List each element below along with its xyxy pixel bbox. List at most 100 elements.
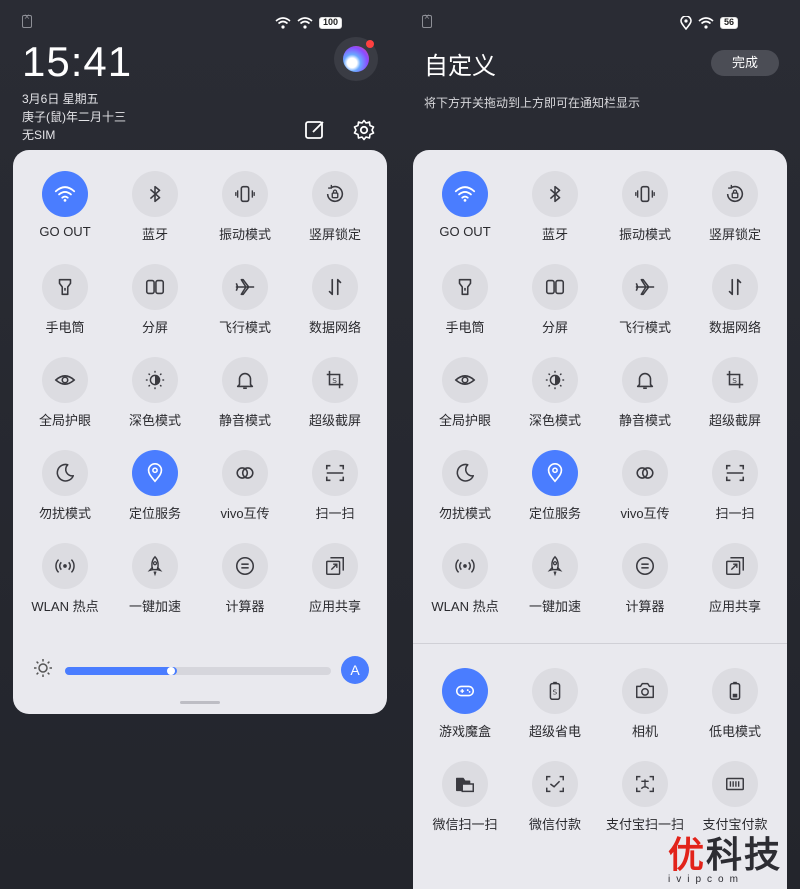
quick-tile-bell[interactable]: 静音模式 <box>200 336 290 429</box>
quick-tile-app-share[interactable]: 应用共享 <box>290 522 380 615</box>
quick-tile-dark-mode[interactable]: 深色模式 <box>110 336 200 429</box>
quick-tile-moon[interactable]: 勿扰模式 <box>420 429 510 522</box>
quick-tile-flashlight[interactable]: 手电筒 <box>20 243 110 336</box>
tile-toggle[interactable] <box>222 171 268 217</box>
quick-tile-share-rings[interactable]: vivo互传 <box>600 429 690 522</box>
tile-toggle[interactable] <box>132 450 178 496</box>
quick-tile-wifi[interactable]: GO OUT <box>20 150 110 243</box>
tile-toggle[interactable] <box>222 357 268 403</box>
quick-tile-location[interactable]: 定位服务 <box>510 429 600 522</box>
gear-icon[interactable] <box>352 118 376 142</box>
tile-toggle[interactable] <box>442 357 488 403</box>
tile-toggle[interactable] <box>712 450 758 496</box>
tile-toggle[interactable] <box>312 264 358 310</box>
quick-tile-vibrate[interactable]: 振动模式 <box>200 150 290 243</box>
quick-tile-mobile-data[interactable]: 数据网络 <box>690 243 780 336</box>
tile-toggle[interactable] <box>712 171 758 217</box>
tile-toggle[interactable] <box>42 450 88 496</box>
quick-tile-rocket[interactable]: 一键加速 <box>110 522 200 615</box>
tile-toggle[interactable] <box>222 264 268 310</box>
quick-tile-gamepad[interactable]: 游戏魔盒 <box>420 647 510 740</box>
quick-tile-eye[interactable]: 全局护眼 <box>420 336 510 429</box>
tile-toggle[interactable] <box>132 264 178 310</box>
brightness-slider[interactable] <box>65 667 331 675</box>
tile-toggle[interactable] <box>442 171 488 217</box>
quick-tile-share-rings[interactable]: vivo互传 <box>200 429 290 522</box>
quick-tile-alipay-scan[interactable]: 支付宝扫一扫 <box>600 740 690 833</box>
quick-tile-screenshot[interactable]: S 超级截屏 <box>690 336 780 429</box>
quick-tile-calculator[interactable]: 计算器 <box>600 522 690 615</box>
quick-tile-rocket[interactable]: 一键加速 <box>510 522 600 615</box>
tile-toggle[interactable] <box>532 543 578 589</box>
quick-tile-scan[interactable]: 扫一扫 <box>290 429 380 522</box>
tile-toggle[interactable] <box>712 761 758 807</box>
quick-tile-alipay-pay[interactable]: 支付宝付款 <box>690 740 780 833</box>
quick-tile-wechat-pay[interactable]: 微信付款 <box>510 740 600 833</box>
tile-toggle[interactable] <box>442 450 488 496</box>
quick-tile-airplane[interactable]: 飞行模式 <box>600 243 690 336</box>
quick-tile-app-share[interactable]: 应用共享 <box>690 522 780 615</box>
auto-brightness-button[interactable]: A <box>341 656 369 684</box>
edit-icon[interactable] <box>303 118 327 142</box>
quick-tile-moon[interactable]: 勿扰模式 <box>20 429 110 522</box>
quick-tile-low-battery[interactable]: 低电模式 <box>690 647 780 740</box>
quick-tile-wechat-scan[interactable]: 微信扫一扫 <box>420 740 510 833</box>
quick-tile-airplane[interactable]: 飞行模式 <box>200 243 290 336</box>
tile-toggle[interactable] <box>42 357 88 403</box>
tile-toggle[interactable] <box>442 668 488 714</box>
quick-tile-flashlight[interactable]: 手电筒 <box>420 243 510 336</box>
quick-tile-hotspot[interactable]: WLAN 热点 <box>20 522 110 615</box>
tile-toggle[interactable]: S <box>532 668 578 714</box>
quick-tile-split-screen[interactable]: 分屏 <box>110 243 200 336</box>
quick-tile-mobile-data[interactable]: 数据网络 <box>290 243 380 336</box>
quick-tile-hotspot[interactable]: WLAN 热点 <box>420 522 510 615</box>
tile-toggle[interactable]: S <box>312 357 358 403</box>
tile-toggle[interactable] <box>222 543 268 589</box>
tile-toggle[interactable] <box>532 450 578 496</box>
quick-tile-bell[interactable]: 静音模式 <box>600 336 690 429</box>
tile-toggle[interactable] <box>622 264 668 310</box>
tile-toggle[interactable] <box>132 171 178 217</box>
tile-toggle[interactable] <box>442 543 488 589</box>
quick-tile-scan[interactable]: 扫一扫 <box>690 429 780 522</box>
tile-toggle[interactable] <box>712 543 758 589</box>
tile-toggle[interactable] <box>312 450 358 496</box>
quick-tile-bluetooth[interactable]: 蓝牙 <box>510 150 600 243</box>
tile-toggle[interactable] <box>442 761 488 807</box>
tile-toggle[interactable] <box>532 264 578 310</box>
done-button[interactable]: 完成 <box>711 50 779 76</box>
quick-tile-rotation-lock[interactable]: 竖屏锁定 <box>690 150 780 243</box>
quick-tile-bluetooth[interactable]: 蓝牙 <box>110 150 200 243</box>
assistant-button[interactable] <box>334 37 378 81</box>
tile-toggle[interactable] <box>532 171 578 217</box>
tile-toggle[interactable] <box>622 450 668 496</box>
tile-toggle[interactable] <box>712 264 758 310</box>
tile-toggle[interactable] <box>712 668 758 714</box>
tile-toggle[interactable] <box>442 264 488 310</box>
tile-toggle[interactable] <box>132 357 178 403</box>
tile-toggle[interactable]: S <box>712 357 758 403</box>
tile-toggle[interactable] <box>622 761 668 807</box>
quick-tile-dark-mode[interactable]: 深色模式 <box>510 336 600 429</box>
tile-toggle[interactable] <box>42 171 88 217</box>
tile-toggle[interactable] <box>312 543 358 589</box>
drag-handle[interactable] <box>180 701 220 704</box>
tile-toggle[interactable] <box>132 543 178 589</box>
tile-toggle[interactable] <box>622 543 668 589</box>
quick-tile-screenshot[interactable]: S 超级截屏 <box>290 336 380 429</box>
tile-toggle[interactable] <box>532 357 578 403</box>
quick-tile-eye[interactable]: 全局护眼 <box>20 336 110 429</box>
tile-toggle[interactable] <box>532 761 578 807</box>
tile-toggle[interactable] <box>622 668 668 714</box>
tile-toggle[interactable] <box>622 357 668 403</box>
quick-tile-calculator[interactable]: 计算器 <box>200 522 290 615</box>
quick-tile-vibrate[interactable]: 振动模式 <box>600 150 690 243</box>
tile-toggle[interactable] <box>42 543 88 589</box>
quick-tile-wifi[interactable]: GO OUT <box>420 150 510 243</box>
brightness-knob[interactable] <box>166 667 175 675</box>
quick-tile-location[interactable]: 定位服务 <box>110 429 200 522</box>
quick-tile-split-screen[interactable]: 分屏 <box>510 243 600 336</box>
tile-toggle[interactable] <box>42 264 88 310</box>
quick-tile-camera[interactable]: 相机 <box>600 647 690 740</box>
tile-toggle[interactable] <box>622 171 668 217</box>
